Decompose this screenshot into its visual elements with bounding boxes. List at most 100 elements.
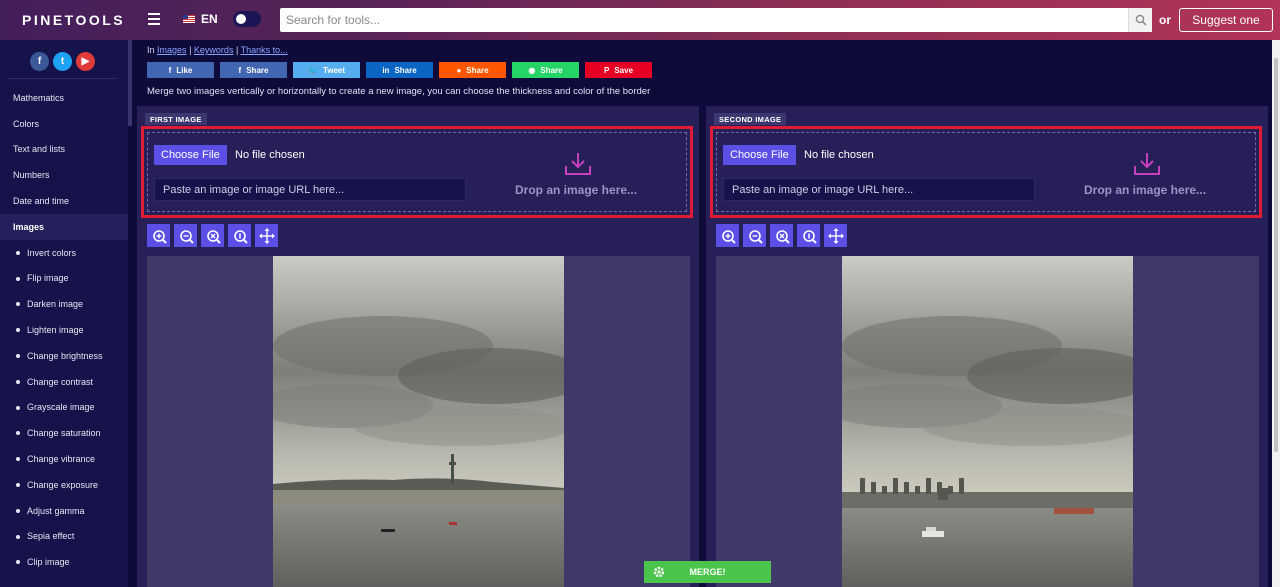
zoom-actual-icon [802, 229, 817, 244]
dark-mode-toggle[interactable] [233, 11, 261, 27]
choose-file-button[interactable]: Choose File [723, 145, 796, 165]
preview-photo [273, 256, 564, 587]
share-button-linkedin[interactable]: in Share [366, 62, 433, 78]
image-preview-canvas[interactable] [716, 256, 1259, 587]
share-button-pinterest[interactable]: P Save [585, 62, 652, 78]
hamburger-menu-icon[interactable] [148, 13, 160, 25]
sidebar-item-images[interactable]: Images [0, 213, 128, 240]
preview-photo [842, 256, 1133, 587]
pinterest-icon: P [603, 65, 610, 75]
search-input[interactable] [280, 9, 1128, 31]
zoom-out-button[interactable] [174, 224, 197, 247]
sidebar-scrollbar[interactable] [128, 40, 132, 587]
twitter-icon: 🐦 [307, 65, 318, 75]
share-button-twitter[interactable]: 🐦 Tweet [293, 62, 360, 78]
sidebar-item-change-vibrance[interactable]: Change vibrance [0, 446, 128, 472]
whatsapp-icon: ◉ [528, 65, 536, 75]
sidebar-item-flip-image[interactable]: Flip image [0, 266, 128, 292]
breadcrumb-link-thanks[interactable]: Thanks to... [241, 45, 288, 55]
merge-button[interactable]: MERGE! [644, 561, 771, 583]
zoom-actual-button[interactable] [228, 224, 251, 247]
breadcrumb-link-images[interactable]: Images [157, 45, 187, 55]
move-button[interactable] [255, 224, 278, 247]
sidebar-item-grayscale-image[interactable]: Grayscale image [0, 395, 128, 421]
zoom-reset-icon [775, 229, 790, 244]
zoom-actual-button[interactable] [797, 224, 820, 247]
twitter-icon[interactable]: t [53, 52, 72, 71]
drop-image-label: Drop an image here... [515, 183, 638, 197]
zoom-out-icon [179, 229, 194, 244]
search-icon [1135, 14, 1147, 26]
page-scroll-thumb[interactable] [1274, 58, 1278, 452]
sidebar-item-lighten-image[interactable]: Lighten image [0, 317, 128, 343]
share-button-facebook[interactable]: f Share [220, 62, 287, 78]
breadcrumb-separator: | [235, 45, 239, 55]
no-file-label: No file chosen [235, 149, 305, 161]
move-button[interactable] [824, 224, 847, 247]
first-image-panel: FIRST IMAGE Choose File No file chosen D… [137, 106, 699, 587]
share-button-label: Save [614, 65, 634, 75]
reddit-icon: ● [456, 65, 462, 75]
image-url-input[interactable] [154, 178, 466, 201]
us-flag-icon[interactable] [183, 15, 195, 23]
zoom-out-button[interactable] [743, 224, 766, 247]
zoom-in-button[interactable] [147, 224, 170, 247]
sidebar-item-numbers[interactable]: Numbers [0, 162, 128, 188]
sidebar-item-sepia-effect[interactable]: Sepia effect [0, 524, 128, 550]
zoom-actual-icon [233, 229, 248, 244]
sidebar-item-colors[interactable]: Colors [0, 111, 128, 137]
sidebar-item-change-brightness[interactable]: Change brightness [0, 343, 128, 369]
breadcrumb-link-keywords[interactable]: Keywords [194, 45, 234, 55]
sidebar-item-date-and-time[interactable]: Date and time [0, 188, 128, 214]
zoom-toolbar [147, 224, 278, 247]
sidebar-item-change-contrast[interactable]: Change contrast [0, 369, 128, 395]
zoom-in-icon [721, 229, 736, 244]
sidebar: f t ▶ Mathematics Colors Text and lists Numbe… [0, 40, 128, 587]
share-buttons: f Like f Share 🐦 Tweet in Share ● Share ◉ Share P Sav… [147, 62, 652, 78]
breadcrumb-prefix: In [147, 45, 155, 55]
share-button-label: Tweet [322, 65, 346, 75]
sidebar-item-mathematics[interactable]: Mathematics [0, 85, 128, 111]
panel-title: SECOND IMAGE [714, 113, 787, 125]
zoom-reset-button[interactable] [770, 224, 793, 247]
sidebar-item-darken-image[interactable]: Darken image [0, 291, 128, 317]
youtube-icon[interactable]: ▶ [76, 52, 95, 71]
share-button-label: Share [540, 65, 563, 75]
sidebar-scroll-thumb[interactable] [128, 40, 132, 126]
social-links: f t ▶ [30, 52, 95, 71]
site-logo[interactable]: PINETOOLS [22, 12, 125, 28]
share-button-label: Share [394, 65, 417, 75]
share-button-whatsapp[interactable]: ◉ Share [512, 62, 579, 78]
choose-file-button[interactable]: Choose File [154, 145, 227, 165]
image-preview-canvas[interactable] [147, 256, 690, 587]
sidebar-item-invert-colors[interactable]: Invert colors [0, 240, 128, 266]
sidebar-item-clip-image[interactable]: Clip image [0, 549, 128, 575]
sidebar-nav: Mathematics Colors Text and lists Numbers Da… [0, 85, 128, 575]
tool-description: Merge two images vertically or horizonta… [147, 86, 651, 97]
no-file-label: No file chosen [804, 149, 874, 161]
breadcrumb-separator: | [189, 45, 192, 55]
or-label: or [1159, 13, 1171, 27]
download-tray-icon [565, 153, 591, 175]
suggest-one-button[interactable]: Suggest one [1179, 8, 1273, 32]
share-button-reddit[interactable]: ● Share [439, 62, 506, 78]
search-button[interactable] [1128, 8, 1152, 32]
upload-area[interactable] [141, 126, 693, 218]
share-button-facebook[interactable]: f Like [147, 62, 214, 78]
zoom-in-button[interactable] [716, 224, 739, 247]
sidebar-item-change-saturation[interactable]: Change saturation [0, 420, 128, 446]
zoom-out-icon [748, 229, 763, 244]
language-selector[interactable]: EN [201, 12, 218, 26]
page-scrollbar[interactable] [1272, 40, 1280, 587]
merge-label: MERGE! [689, 567, 726, 577]
image-url-input[interactable] [723, 178, 1035, 201]
facebook-icon[interactable]: f [30, 52, 49, 71]
zoom-in-icon [152, 229, 167, 244]
upload-area[interactable] [710, 126, 1262, 218]
sidebar-item-change-exposure[interactable]: Change exposure [0, 472, 128, 498]
facebook-icon: f [238, 65, 242, 75]
share-button-label: Share [466, 65, 489, 75]
sidebar-item-adjust-gamma[interactable]: Adjust gamma [0, 498, 128, 524]
sidebar-item-text-and-lists[interactable]: Text and lists [0, 137, 128, 163]
zoom-reset-button[interactable] [201, 224, 224, 247]
